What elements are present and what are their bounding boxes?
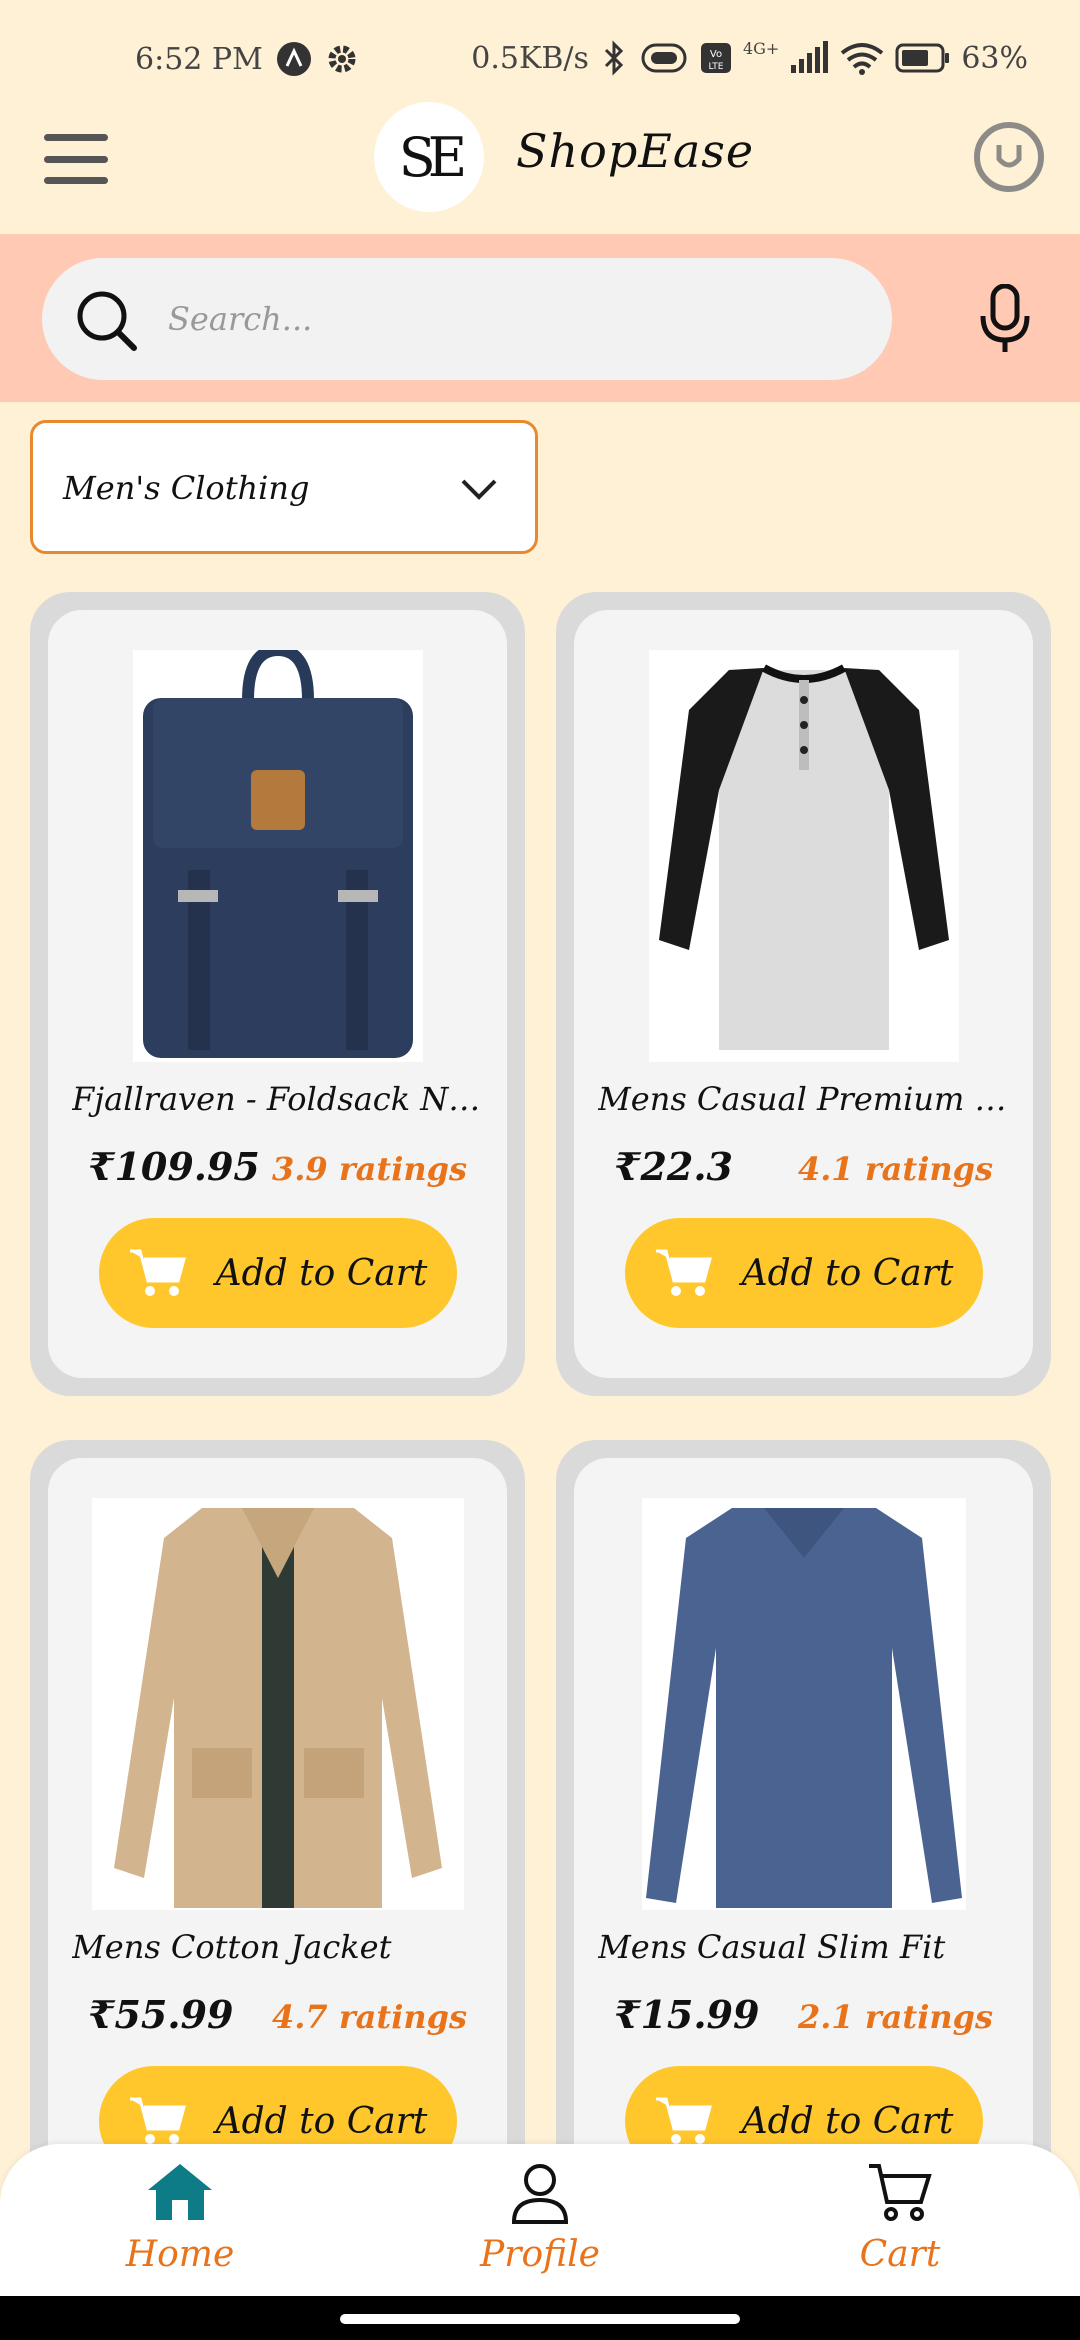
product-image-slim-fit-shirt <box>641 1498 966 1910</box>
cart-icon <box>129 1249 186 1296</box>
vibrate-icon <box>641 43 687 73</box>
add-to-cart-button[interactable]: Add to Cart <box>98 1218 457 1328</box>
product-title: Mens Casual Premium Sli... <box>598 1080 1013 1118</box>
status-net-speed: 0.5KB/s <box>471 40 589 76</box>
product-title: Fjallraven - Foldsack No. 1... <box>72 1080 487 1118</box>
hamburger-menu-icon[interactable] <box>44 134 108 184</box>
category-selected-value: Men's Clothing <box>63 469 310 507</box>
svg-text:Vo: Vo <box>710 49 722 60</box>
battery-icon <box>895 43 950 73</box>
cart-icon <box>129 2097 186 2144</box>
product-title: Mens Casual Slim Fit <box>598 1928 946 1966</box>
product-card[interactable]: Mens Cotton Jacket ₹55.99 4.7 ratings Ad… <box>30 1440 525 2200</box>
product-price: ₹22.3 <box>614 1144 733 1189</box>
home-indicator[interactable] <box>340 2314 740 2324</box>
product-image-cotton-jacket <box>91 1498 464 1910</box>
microphone-icon[interactable] <box>975 284 1035 356</box>
app-title: ShopEase <box>516 124 755 178</box>
nav-home-label: Home <box>125 2234 235 2275</box>
product-price: ₹15.99 <box>614 1992 760 2037</box>
cart-icon <box>869 2164 932 2221</box>
settings-gear-icon <box>328 45 356 73</box>
home-icon <box>148 2164 212 2220</box>
product-rating: 4.1 ratings <box>798 1150 993 1188</box>
category-dropdown[interactable]: Men's Clothing <box>30 420 538 554</box>
status-time: 6:52 PM <box>135 41 263 77</box>
bottom-navigation: Home Profile Cart <box>0 2144 1080 2296</box>
profile-icon <box>511 2164 569 2224</box>
add-to-cart-label: Add to Cart <box>741 1252 954 1294</box>
product-card[interactable]: Mens Casual Slim Fit ₹15.99 2.1 ratings … <box>556 1440 1051 2200</box>
product-price: ₹55.99 <box>88 1992 234 2037</box>
product-image-backpack <box>132 650 423 1062</box>
product-price: ₹109.95 <box>88 1144 260 1189</box>
chevron-down-icon <box>461 479 497 500</box>
search-band <box>0 234 1080 402</box>
product-title: Mens Cotton Jacket <box>72 1928 392 1966</box>
product-rating: 4.7 ratings <box>272 1998 467 2036</box>
system-gesture-bar <box>0 2296 1080 2340</box>
signal-icon <box>791 41 829 73</box>
network-type: 4G+ <box>742 38 780 58</box>
add-to-cart-button[interactable]: Add to Cart <box>624 1218 983 1328</box>
app-header: SE ShopEase <box>0 100 1080 234</box>
logo-mark: SE <box>398 125 467 189</box>
cart-icon <box>655 1249 712 1296</box>
user-smile-icon <box>996 145 1022 168</box>
wifi-icon <box>841 43 884 75</box>
nav-home[interactable]: Home <box>80 2160 280 2275</box>
search-input[interactable] <box>168 258 868 380</box>
user-account-icon[interactable] <box>974 122 1044 192</box>
volte-icon: Vo LTE <box>700 43 731 73</box>
add-to-cart-label: Add to Cart <box>215 2100 428 2142</box>
add-to-cart-label: Add to Cart <box>741 2100 954 2142</box>
app-logo: SE <box>374 102 484 212</box>
product-image-raglan-shirt <box>648 650 959 1062</box>
nav-profile[interactable]: Profile <box>440 2160 640 2275</box>
svg-text:LTE: LTE <box>708 62 723 72</box>
app-notification-icon <box>276 42 311 76</box>
search-icon <box>77 291 137 351</box>
nav-cart[interactable]: Cart <box>800 2160 1000 2275</box>
bluetooth-icon <box>604 40 624 76</box>
battery-percent: 63% <box>961 40 1028 76</box>
cart-icon <box>655 2097 712 2144</box>
product-rating: 3.9 ratings <box>272 1150 467 1188</box>
nav-cart-label: Cart <box>859 2234 941 2275</box>
product-rating: 2.1 ratings <box>798 1998 993 2036</box>
add-to-cart-label: Add to Cart <box>215 1252 428 1294</box>
product-card[interactable]: Fjallraven - Foldsack No. 1... ₹109.95 3… <box>30 592 525 1396</box>
search-box[interactable] <box>42 258 892 380</box>
product-card[interactable]: Mens Casual Premium Sli... ₹22.3 4.1 rat… <box>556 592 1051 1396</box>
nav-profile-label: Profile <box>480 2234 600 2275</box>
